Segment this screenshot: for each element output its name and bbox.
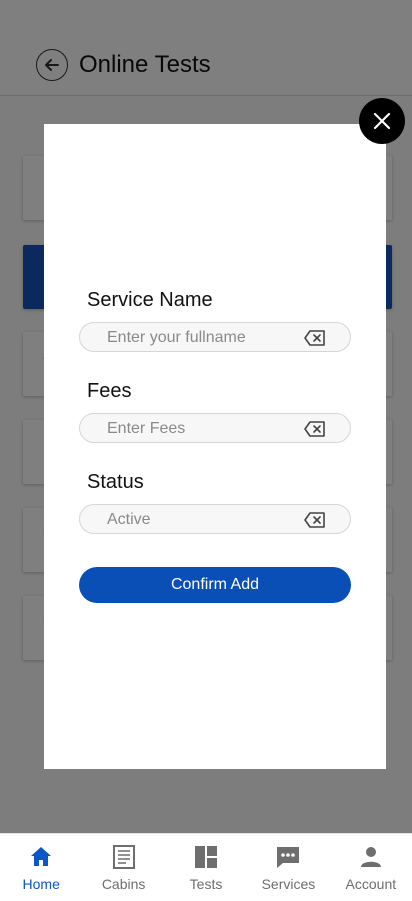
fees-placeholder: Enter Fees [107,420,186,437]
nav-item-account[interactable]: Account [330,834,412,901]
confirm-add-button[interactable]: Confirm Add [79,567,351,603]
chat-icon [275,844,301,870]
nav-item-home[interactable]: Home [0,834,82,901]
fees-label: Fees [87,380,132,402]
fees-input[interactable]: Enter Fees [79,413,351,443]
nav-label: Services [261,876,316,892]
close-modal-button[interactable] [359,98,405,144]
bottom-navigation: Home Cabins Tests Services Account [0,833,412,901]
close-icon [373,112,391,130]
nav-label: Cabins [101,876,146,892]
service-name-label: Service Name [87,289,213,311]
person-icon [358,844,384,870]
backspace-icon[interactable] [304,421,326,437]
nav-label: Tests [189,876,223,892]
add-service-modal: Service Name Enter your fullname Fees En… [44,124,386,769]
dashboard-icon [193,844,219,870]
service-name-input[interactable]: Enter your fullname [79,322,351,352]
status-placeholder: Active [107,511,151,528]
nav-item-cabins[interactable]: Cabins [82,834,164,901]
nav-label: Account [345,876,397,892]
service-name-placeholder: Enter your fullname [107,329,246,346]
document-icon [111,844,137,870]
backspace-icon[interactable] [304,512,326,528]
status-label: Status [87,471,144,493]
nav-item-services[interactable]: Services [247,834,329,901]
nav-label: Home [22,876,60,892]
nav-item-tests[interactable]: Tests [165,834,247,901]
status-input[interactable]: Active [79,504,351,534]
backspace-icon[interactable] [304,330,326,346]
home-icon [28,844,54,870]
